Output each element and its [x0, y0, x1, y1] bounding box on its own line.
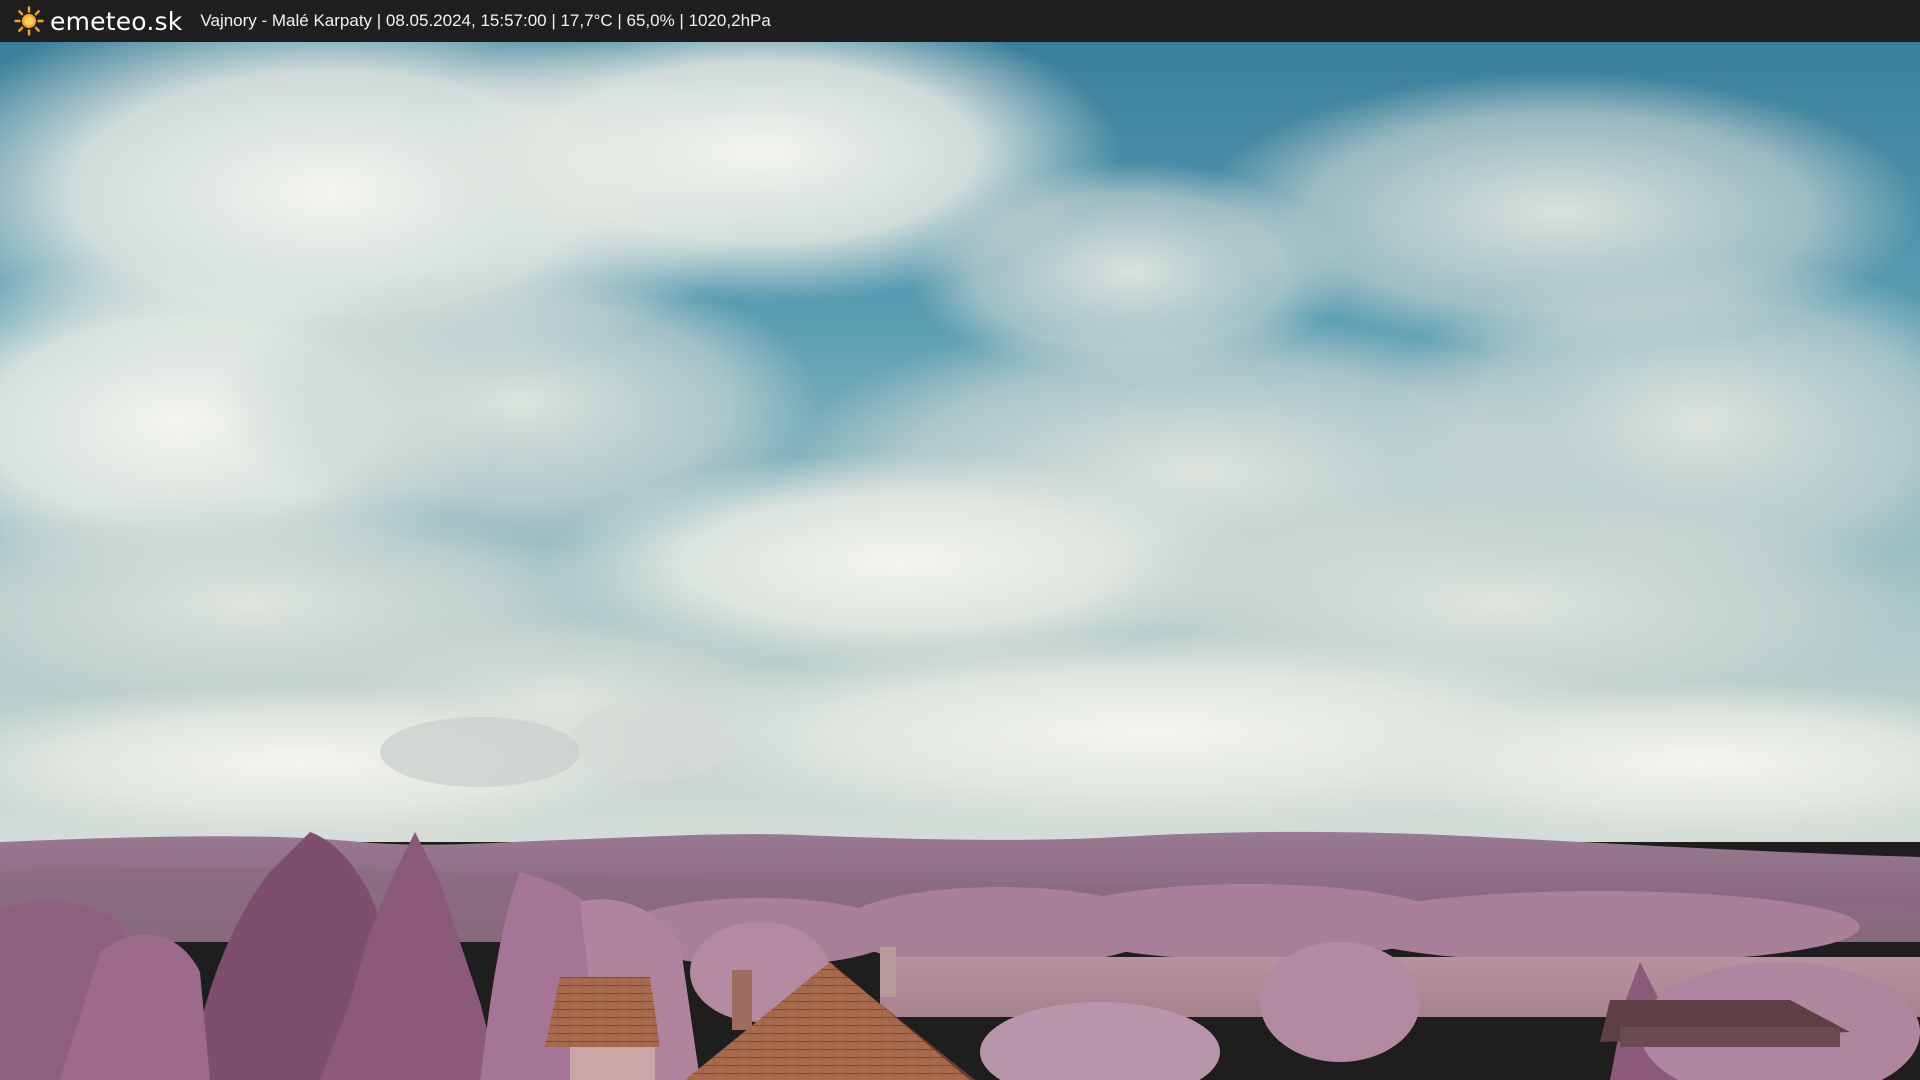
webcam-scene: [0, 42, 1920, 1080]
clouds: [0, 42, 1920, 842]
brand-name: emeteo.sk: [50, 6, 183, 36]
caption-bar: emeteo.sk Vajnory - Malé Karpaty | 08.05…: [0, 0, 1920, 42]
webcam-image: [0, 42, 1920, 1080]
sun-icon: [14, 6, 44, 36]
webcam-page: emeteo.sk Vajnory - Malé Karpaty | 08.05…: [0, 0, 1920, 1080]
weather-caption: Vajnory - Malé Karpaty | 08.05.2024, 15:…: [200, 11, 771, 30]
brand-logo-link[interactable]: emeteo.sk: [14, 6, 182, 36]
